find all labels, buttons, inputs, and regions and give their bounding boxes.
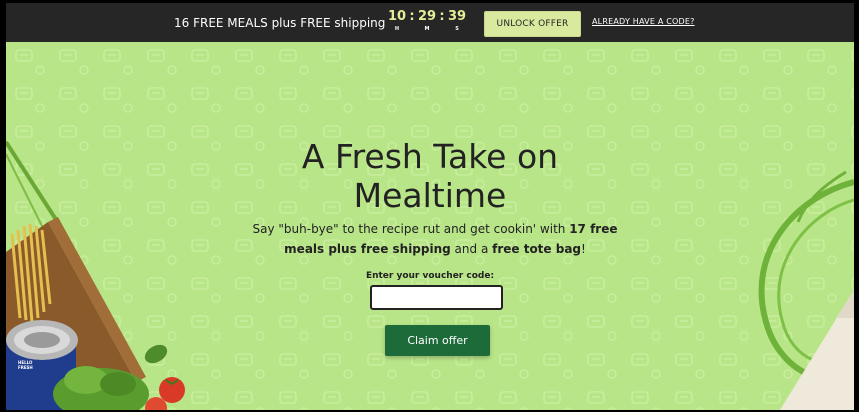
promo-bar: 16 FREE MEALS plus FREE shipping 10 H : …	[6, 3, 854, 42]
timer-separator: :	[439, 9, 445, 24]
subtitle-highlight-tote: free tote bag	[492, 242, 582, 256]
already-have-code-link[interactable]: ALREADY HAVE A CODE?	[592, 17, 695, 26]
timer-seconds-value: 39	[447, 9, 467, 24]
promo-text: 16 FREE MEALS plus FREE shipping	[174, 16, 386, 30]
voucher-code-input[interactable]	[370, 285, 503, 310]
timer-minutes: 29 M	[416, 8, 438, 33]
timer-hours-value: 10	[387, 9, 407, 24]
voucher-label: Enter your voucher code:	[365, 271, 495, 281]
hero-headline: A Fresh Take on Mealtime	[6, 137, 854, 215]
subtitle-text: and a	[450, 242, 493, 256]
timer-seconds-label: S	[455, 26, 459, 32]
timer-minutes-value: 29	[417, 9, 437, 24]
headline-line-1: A Fresh Take on	[301, 137, 559, 176]
timer-hours-label: H	[394, 26, 400, 32]
timer-separator: :	[409, 9, 415, 24]
timer-hours: 10 H	[386, 8, 408, 33]
page-frame: 16 FREE MEALS plus FREE shipping 10 H : …	[6, 3, 854, 410]
unlock-offer-button[interactable]: UNLOCK OFFER	[484, 11, 581, 37]
timer-seconds: 39 S	[446, 8, 468, 33]
subtitle-text: Say "buh-bye" to the recipe rut and get …	[252, 222, 570, 236]
can-label: HELLO FRESH	[18, 360, 33, 370]
claim-offer-button[interactable]: Claim offer	[385, 325, 490, 356]
timer-minutes-label: M	[424, 26, 430, 32]
hero-subtitle: Say "buh-bye" to the recipe rut and get …	[234, 219, 636, 259]
headline-line-2: Mealtime	[353, 176, 507, 215]
hero-section: HELLO FRESH A Fresh Take on Mealtime Say…	[6, 42, 854, 410]
subtitle-text: !	[581, 242, 586, 256]
countdown-timer: 10 H : 29 M : 39 S	[386, 8, 468, 33]
